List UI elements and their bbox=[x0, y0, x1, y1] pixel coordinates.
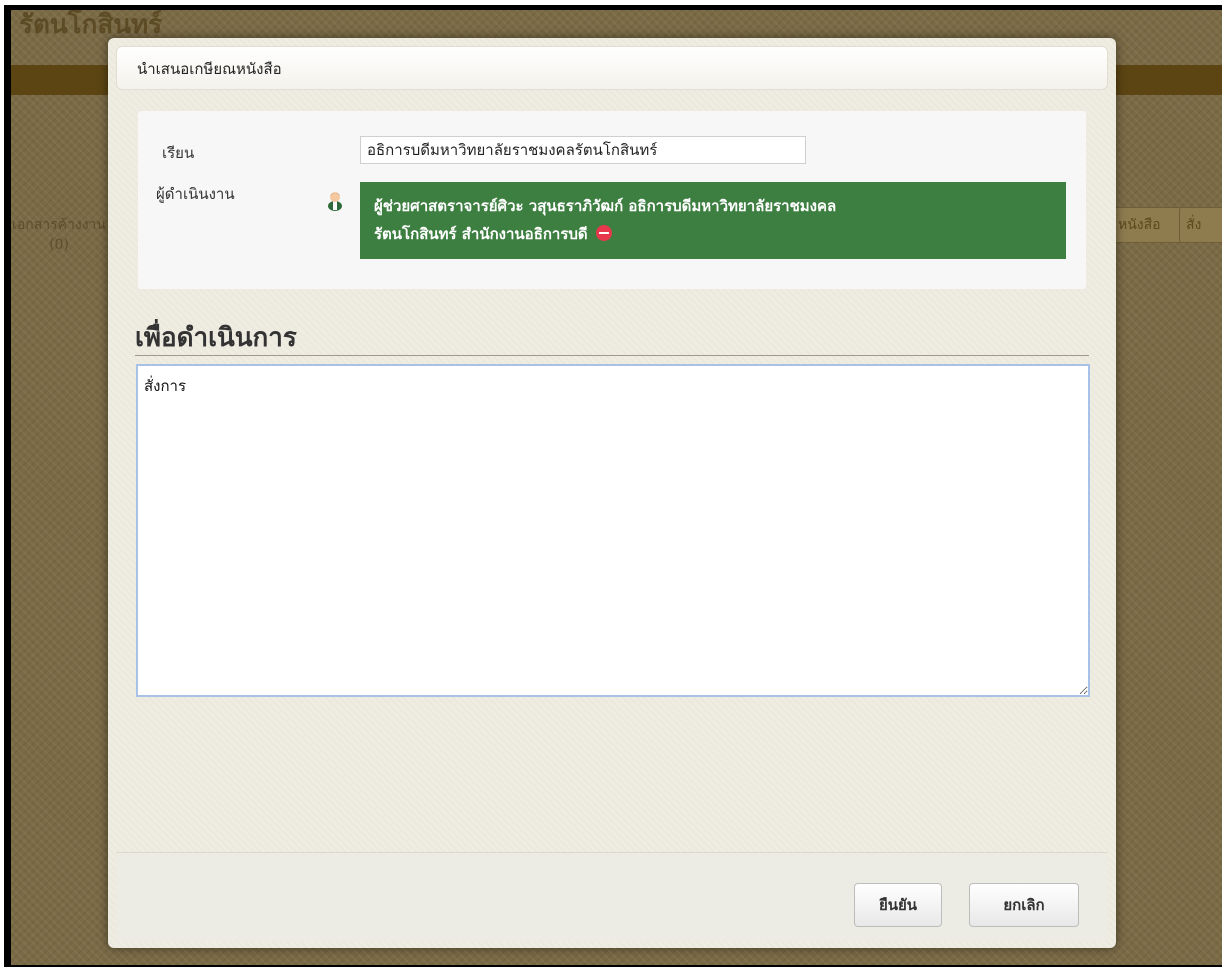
confirm-button[interactable]: ยืนยัน bbox=[854, 883, 942, 927]
person-icon bbox=[326, 189, 344, 211]
cancel-button[interactable]: ยกเลิก bbox=[969, 883, 1079, 927]
dialog-title: นำเสนอเกษียณหนังสือ bbox=[137, 60, 282, 78]
background-button-command: สั่ง bbox=[1179, 207, 1222, 243]
operator-chip: ผู้ช่วยศาสตราจารย์ศิวะ วสุนธราภิวัฒก์ อธ… bbox=[360, 182, 1066, 259]
background-stat-count: (0) bbox=[49, 237, 69, 253]
operator-name-line1: ผู้ช่วยศาสตราจารย์ศิวะ วสุนธราภิวัฒก์ อธ… bbox=[374, 197, 837, 215]
dialog-footer: ยืนยัน ยกเลิก bbox=[116, 852, 1108, 941]
present-document-dialog: นำเสนอเกษียณหนังสือ เรียน ผู้ดำเนินงาน ผ… bbox=[108, 38, 1116, 948]
dialog-titlebar: นำเสนอเกษียณหนังสือ bbox=[116, 46, 1108, 90]
background-button-document: หนังสือ bbox=[1111, 207, 1183, 243]
note-textarea[interactable]: สั่งการ bbox=[136, 364, 1090, 697]
to-input[interactable] bbox=[360, 136, 806, 164]
to-label: เรียน bbox=[162, 144, 195, 162]
operator-name-line2: รัตนโกสินทร์ สำนักงานอธิการบดี bbox=[374, 220, 1052, 248]
background-stat-label: เอกสารค้างงาน bbox=[12, 217, 106, 233]
section-heading: เพื่อดำเนินการ bbox=[135, 321, 1089, 356]
background-stat: เอกสารค้างงาน (0) bbox=[11, 215, 109, 255]
remove-icon[interactable] bbox=[595, 225, 612, 241]
info-panel: เรียน ผู้ดำเนินงาน ผู้ช่วยศาสตราจารย์ศิว… bbox=[138, 111, 1086, 289]
operator-label: ผู้ดำเนินงาน bbox=[156, 185, 235, 203]
operator-name-line2-text: รัตนโกสินทร์ สำนักงานอธิการบดี bbox=[374, 225, 588, 243]
